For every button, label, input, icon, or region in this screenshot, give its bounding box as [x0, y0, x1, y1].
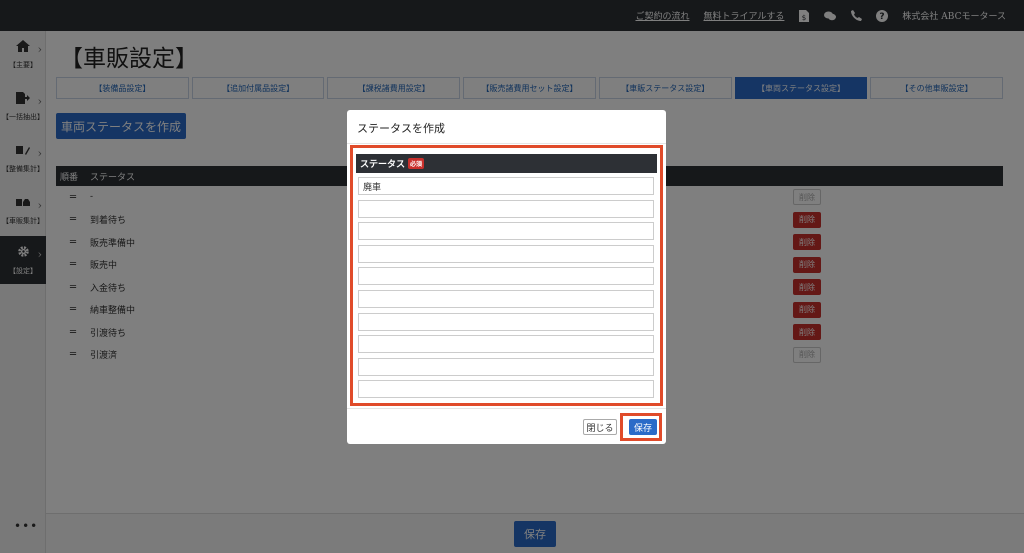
status-field-header: ステータス 必須	[356, 154, 657, 173]
status-input[interactable]	[358, 222, 654, 241]
modal-divider	[347, 143, 666, 144]
status-input[interactable]	[358, 177, 654, 195]
modal-title: ステータスを作成	[357, 122, 445, 135]
status-input[interactable]	[358, 244, 654, 263]
status-input[interactable]	[358, 289, 654, 308]
status-input[interactable]	[358, 199, 654, 218]
modal-footer-divider	[347, 408, 666, 409]
close-button[interactable]: 閉じる	[583, 419, 617, 435]
required-badge: 必須	[408, 158, 425, 169]
status-input[interactable]	[358, 312, 654, 331]
modal-save-button[interactable]: 保存	[629, 419, 657, 435]
status-input-list	[358, 177, 654, 403]
status-input[interactable]	[358, 380, 654, 399]
status-input[interactable]	[358, 267, 654, 286]
status-input[interactable]	[358, 335, 654, 354]
status-input[interactable]	[358, 357, 654, 376]
status-field-label: ステータス	[360, 160, 406, 170]
